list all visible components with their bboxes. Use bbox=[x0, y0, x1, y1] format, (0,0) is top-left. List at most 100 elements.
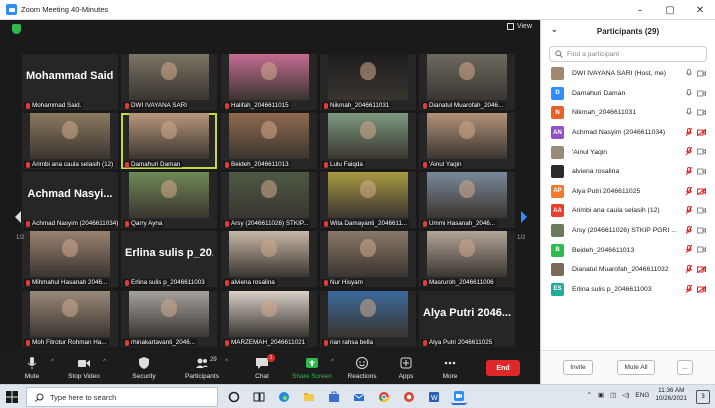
video-camera-icon[interactable] bbox=[697, 90, 706, 97]
video-camera-icon[interactable] bbox=[697, 168, 706, 175]
chevron-down-icon[interactable]: ⌄ bbox=[551, 25, 558, 34]
video-tile[interactable]: Ummi Hasanah_2046... bbox=[419, 172, 515, 228]
video-camera-icon[interactable] bbox=[697, 109, 706, 116]
close-button[interactable]: ✕ bbox=[685, 0, 715, 20]
mute-button[interactable]: Mute ^ bbox=[2, 353, 62, 380]
video-camera-icon[interactable] bbox=[697, 70, 706, 77]
video-tile[interactable]: Beideh_2046611013 bbox=[221, 113, 317, 169]
task-view-icon[interactable] bbox=[251, 388, 267, 405]
video-tile[interactable]: Mihmahul Hasanah 2046... bbox=[22, 231, 118, 287]
video-tile[interactable]: Arimbi ana caula selasih (12) bbox=[22, 113, 118, 169]
tray-expand-icon[interactable]: ⌃ bbox=[586, 391, 591, 399]
microphone-icon[interactable] bbox=[686, 108, 692, 117]
video-tile[interactable]: Mohammad Said. Mohammad Said. bbox=[22, 54, 118, 110]
video-tile[interactable]: Arsy (2046611026) STKIP... bbox=[221, 172, 317, 228]
speaker-icon[interactable]: ◁) bbox=[622, 391, 629, 399]
participant-row[interactable]: AN Achmad Nasyim (2046611034) bbox=[541, 123, 715, 143]
participant-row[interactable]: D Damahuri Daman bbox=[541, 84, 715, 104]
video-tile[interactable]: Achmad Nasyi... Achmad Nasyim (2046611034… bbox=[22, 172, 118, 228]
participant-row[interactable]: Arsy (2046611026) STKIP PGRI ... bbox=[541, 221, 715, 241]
taskbar-search[interactable]: Type here to search bbox=[26, 387, 218, 407]
previous-page-icon[interactable] bbox=[14, 210, 22, 224]
muted-mic-icon[interactable] bbox=[686, 225, 692, 235]
muted-mic-icon[interactable] bbox=[686, 166, 692, 176]
windows-start-icon[interactable] bbox=[6, 391, 18, 403]
notification-center-icon[interactable]: 3 bbox=[696, 390, 710, 404]
video-camera-icon[interactable] bbox=[697, 148, 706, 155]
tray-app-icon[interactable]: ▣ bbox=[598, 391, 604, 399]
word-icon[interactable]: W bbox=[426, 388, 442, 405]
muted-mic-icon[interactable] bbox=[686, 245, 692, 254]
video-camera-icon[interactable] bbox=[697, 227, 706, 234]
next-page-icon[interactable] bbox=[520, 210, 528, 224]
video-off-icon[interactable] bbox=[697, 265, 706, 273]
edge-browser-icon[interactable] bbox=[276, 388, 292, 405]
participant-row[interactable]: B Beideh_2046611013 bbox=[541, 240, 715, 260]
video-off-icon[interactable] bbox=[697, 187, 706, 195]
video-tile[interactable]: Moh Fitrotur Rohman Ha... bbox=[22, 291, 118, 347]
video-tile[interactable]: Qarry Ayna bbox=[121, 172, 217, 228]
invite-button[interactable]: Invite bbox=[563, 360, 593, 375]
clock[interactable]: 11:36 AM 10/26/2021 bbox=[655, 387, 687, 403]
video-camera-icon[interactable] bbox=[697, 246, 706, 253]
participant-row[interactable]: DWI IVAYANA SARI (Host, me) bbox=[541, 64, 715, 84]
participant-row[interactable]: Dianatul Muarofah_2046611032 bbox=[541, 260, 715, 280]
participant-row[interactable]: N Nikmah_2046611031 bbox=[541, 103, 715, 123]
maximize-button[interactable]: ▢ bbox=[655, 0, 685, 20]
microphone-icon[interactable] bbox=[686, 88, 692, 98]
video-tile[interactable]: MARZEMAH_2046611021 bbox=[221, 291, 317, 347]
store-icon[interactable] bbox=[326, 388, 342, 405]
minimize-button[interactable]: – bbox=[625, 0, 655, 20]
participant-row[interactable]: 'Ainul Yaqin bbox=[541, 142, 715, 162]
video-off-icon[interactable] bbox=[697, 285, 706, 293]
video-tile[interactable]: Masruroh_2046611006 bbox=[419, 231, 515, 287]
more-options-button[interactable]: ... bbox=[677, 360, 693, 375]
participant-row[interactable]: ES Erlina sulis p_2046611003 bbox=[541, 280, 715, 300]
more-button[interactable]: More bbox=[420, 353, 480, 380]
participant-search[interactable] bbox=[549, 46, 707, 62]
participant-row[interactable]: AA Arimbi ana caula selasih (12) bbox=[541, 201, 715, 221]
microphone-icon[interactable] bbox=[686, 69, 692, 78]
muted-mic-icon[interactable] bbox=[686, 127, 692, 137]
chrome-icon[interactable] bbox=[376, 388, 392, 405]
video-tile[interactable]: alviena rosalina bbox=[221, 231, 317, 287]
end-meeting-button[interactable]: End bbox=[486, 360, 520, 376]
participant-row[interactable]: AP Alya Putri 2046611025 bbox=[541, 182, 715, 202]
file-explorer-icon[interactable] bbox=[301, 388, 317, 405]
mail-icon[interactable] bbox=[351, 388, 367, 405]
participants-button[interactable]: 29 Participants ^ bbox=[172, 353, 232, 380]
mute-all-button[interactable]: Mute All bbox=[617, 360, 655, 375]
video-tile[interactable]: Lulu Faiqda bbox=[320, 113, 416, 169]
video-tile[interactable]: Wita Damayanti_2046611... bbox=[320, 172, 416, 228]
chevron-up-icon[interactable]: ^ bbox=[103, 359, 106, 365]
stop-video-button[interactable]: Stop Video ^ bbox=[54, 353, 114, 380]
video-tile[interactable]: Dianatul Muarofah_2046... bbox=[419, 54, 515, 110]
cortana-icon[interactable] bbox=[226, 388, 242, 405]
video-tile[interactable]: rian rahsa bella bbox=[320, 291, 416, 347]
muted-mic-icon[interactable] bbox=[686, 186, 692, 196]
participant-row[interactable]: alviena rosalina bbox=[541, 162, 715, 182]
network-icon[interactable]: ◫ bbox=[610, 391, 616, 399]
muted-mic-icon[interactable] bbox=[686, 284, 692, 294]
chevron-up-icon[interactable]: ^ bbox=[225, 359, 228, 365]
security-shield-icon[interactable] bbox=[12, 24, 21, 34]
video-tile[interactable]: Halifah_2046611015 bbox=[221, 54, 317, 110]
security-button[interactable]: Security bbox=[114, 353, 174, 380]
video-tile[interactable]: Alya Putri 2046... Alya Putri 2046611025 bbox=[419, 291, 515, 347]
zoom-taskbar-icon[interactable] bbox=[451, 388, 467, 405]
muted-mic-icon[interactable] bbox=[686, 264, 692, 274]
video-tile[interactable]: 'Ainul Yaqin bbox=[419, 113, 515, 169]
video-tile[interactable]: Nur Hisyam bbox=[320, 231, 416, 287]
muted-mic-icon[interactable] bbox=[686, 206, 692, 215]
video-camera-icon[interactable] bbox=[697, 207, 706, 214]
video-tile[interactable]: DWI IVAYANA SARI bbox=[121, 54, 217, 110]
video-off-icon[interactable] bbox=[697, 128, 706, 136]
video-tile[interactable]: Nikmah_2046611031 bbox=[320, 54, 416, 110]
keyboard-language[interactable]: ENG bbox=[635, 392, 649, 399]
video-tile[interactable]: Damahuri Daman bbox=[121, 113, 217, 169]
muted-mic-icon[interactable] bbox=[686, 147, 692, 156]
video-tile[interactable]: rhinakartavanti_2046... bbox=[121, 291, 217, 347]
office-icon[interactable] bbox=[401, 388, 417, 405]
video-tile[interactable]: Erlina sulis p_20... Erlina sulis p_20466… bbox=[121, 231, 217, 287]
participant-search-input[interactable] bbox=[566, 50, 706, 58]
